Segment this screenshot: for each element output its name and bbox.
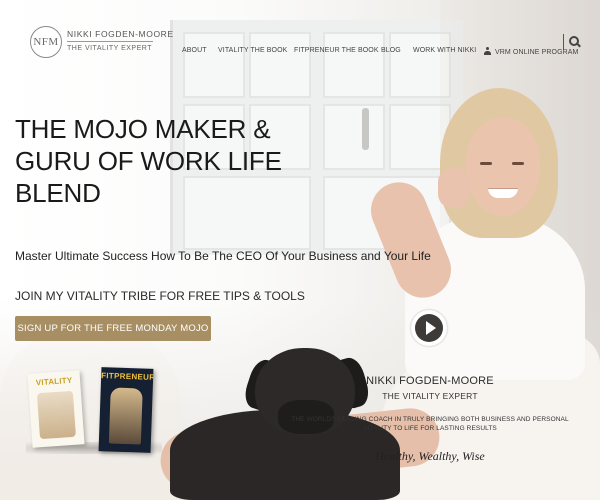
- headline-line-2: GURU OF WORK LIFE: [15, 146, 282, 177]
- blanket: [0, 330, 180, 500]
- logo-divider: [67, 41, 153, 42]
- logo-name[interactable]: NIKKI FOGDEN-MOORE: [67, 29, 174, 39]
- nav-fitpreneur-book[interactable]: FITPRENEUR THE BOOK: [294, 47, 379, 54]
- play-icon[interactable]: [411, 310, 447, 346]
- book-fitpreneur-title: FITPRENEUR: [101, 371, 154, 382]
- book-vitality-title: VITALITY: [35, 375, 73, 388]
- window-handle: [362, 108, 369, 150]
- headline-line-3: BLEND: [15, 178, 101, 209]
- nav-vrm-online-program[interactable]: VRM ONLINE PROGRAM: [484, 47, 578, 56]
- nav-vitality-book[interactable]: VITALITY THE BOOK: [218, 47, 287, 54]
- book-vitality[interactable]: VITALITY: [27, 370, 85, 448]
- signup-monday-mojo-button[interactable]: SIGN UP FOR THE FREE MONDAY MOJO: [15, 316, 211, 341]
- bio-title: THE VITALITY EXPERT: [382, 391, 478, 401]
- user-icon: [484, 47, 491, 55]
- nav-work-with-nikki[interactable]: WORK WITH NIKKI: [413, 47, 476, 54]
- woman-face: [466, 118, 540, 216]
- book-fitpreneur[interactable]: FITPRENEUR: [98, 367, 154, 453]
- hero-subheadline: Master Ultimate Success How To Be The CE…: [15, 249, 431, 263]
- woman-hand: [438, 168, 470, 208]
- hero-headline: THE MOJO MAKER & GURU OF WORK LIFE BLEND: [15, 113, 335, 210]
- join-tribe-text: JOIN MY VITALITY TRIBE FOR FREE TIPS & T…: [15, 289, 305, 303]
- bio-tagline: Healthy, Wealthy, Wise: [375, 449, 485, 463]
- headline-line-1: THE MOJO MAKER &: [15, 114, 271, 144]
- bio-name: NIKKI FOGDEN-MOORE: [366, 375, 494, 387]
- nav-blog[interactable]: BLOG: [381, 47, 401, 54]
- nav-about[interactable]: ABOUT: [182, 47, 207, 54]
- bio-description: THE WORLDS LEADING COACH IN TRULY BRINGI…: [291, 416, 569, 433]
- logo-tagline: THE VITALITY EXPERT: [67, 45, 152, 52]
- site-header: NFM NIKKI FOGDEN-MOORE THE VITALITY EXPE…: [0, 12, 600, 72]
- logo-monogram[interactable]: NFM: [30, 26, 62, 58]
- nav-vrm-label: VRM ONLINE PROGRAM: [495, 49, 579, 56]
